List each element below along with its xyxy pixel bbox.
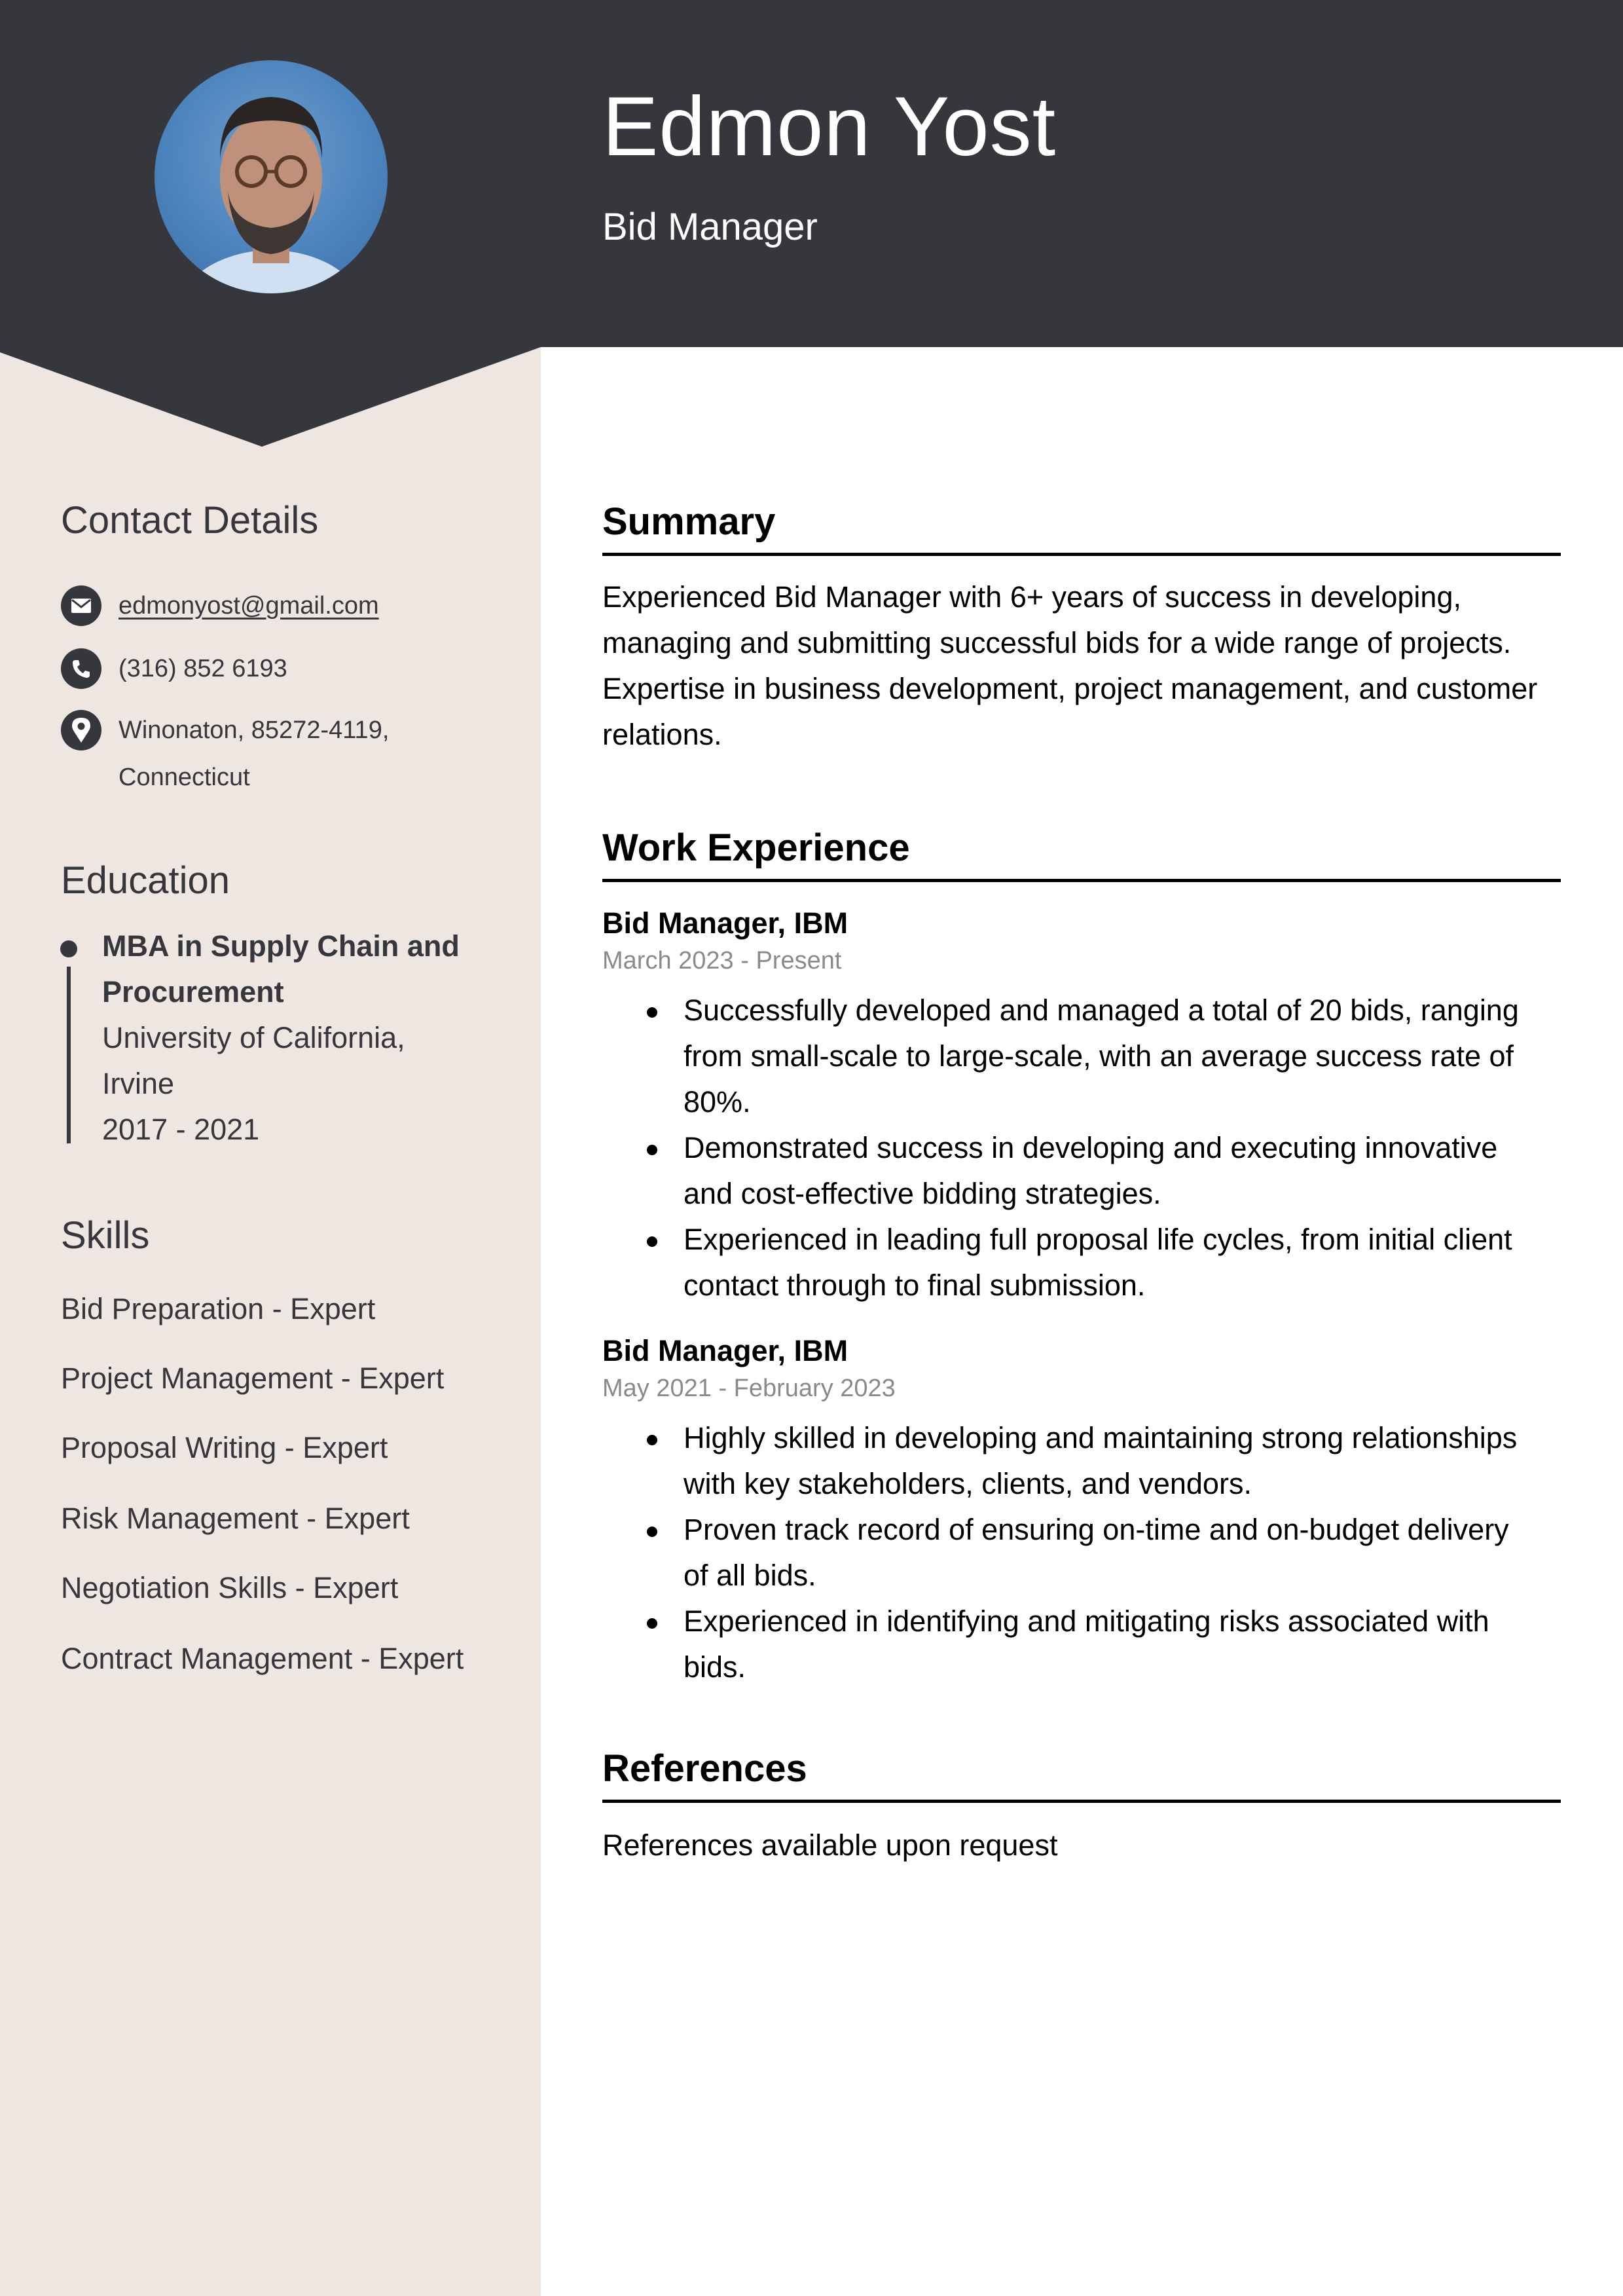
job-title: Bid Manager, IBM [602,1334,848,1367]
summary-line: relations. [602,718,722,751]
experience-heading: Work Experience [602,829,1561,882]
phone-number: (316) 852 6193 [119,655,287,682]
degree: MBA in Supply Chain and Procurement [102,923,508,1015]
skill-item: Negotiation Skills - Expert [61,1571,399,1604]
school: University of California, Irvine [102,1015,508,1107]
candidate-name: Edmon Yost [602,80,1057,174]
degree-line-1: MBA in Supply Chain and [102,929,460,963]
contact-phone: (316) 852 6193 [61,648,287,692]
education-years: 2017 - 2021 [102,1113,260,1146]
avatar [155,60,388,293]
school-line-1: University of California, [102,1021,405,1054]
contact-address: Winonaton, 85272-4119, Connecticut [61,710,389,801]
timeline-line [67,967,71,1143]
envelope-icon [61,585,101,626]
skill-item: Proposal Writing - Expert [61,1431,388,1464]
references-section: References References available upon req… [602,1750,1561,1868]
skill-item: Bid Preparation - Expert [61,1292,376,1325]
address-line-1: Winonaton, 85272-4119, [119,716,390,744]
timeline-dot [60,940,77,957]
job-bullet: Successfully developed and managed a tot… [647,988,1561,1125]
experience-section: Work Experience Bid Manager, IBM March 2… [602,829,1561,1690]
job-bullet: Experienced in identifying and mitigatin… [647,1599,1561,1690]
job-dates: May 2021 - February 2023 [602,1375,896,1402]
education-item: MBA in Supply Chain and Procurement Univ… [102,923,508,1153]
job-bullet: Experienced in leading full proposal lif… [647,1217,1561,1308]
profile-photo [181,97,361,293]
location-pin-icon [61,710,101,750]
contact-email[interactable]: edmonyost@gmail.com [61,585,379,629]
job-bullets: Highly skilled in developing and maintai… [602,1415,1561,1690]
summary-section: Summary Experienced Bid Manager with 6+ … [602,503,1561,758]
job-entry: Bid Manager, IBM May 2021 - February 202… [602,1336,1561,1690]
skill-item: Project Management - Expert [61,1361,445,1395]
job-bullet: Highly skilled in developing and maintai… [647,1415,1561,1507]
degree-line-2: Procurement [102,975,284,1009]
address: Winonaton, 85272-4119, Connecticut [119,707,389,801]
candidate-title: Bid Manager [602,206,818,248]
summary-line: Experienced Bid Manager with 6+ years of… [602,580,1461,614]
references-heading: References [602,1750,1561,1803]
phone-icon [61,648,101,689]
job-bullet: Demonstrated success in developing and e… [647,1125,1561,1217]
summary-line: Expertise in business development, proje… [602,672,1538,705]
summary-line: managing and submitting successful bids … [602,626,1512,659]
job-bullets: Successfully developed and managed a tot… [602,988,1561,1308]
summary-heading: Summary [602,503,1561,556]
school-line-2: Irvine [102,1067,175,1100]
address-line-2: Connecticut [119,764,250,791]
job-title: Bid Manager, IBM [602,906,848,940]
skills-heading: Skills [61,1214,150,1257]
job-entry: Bid Manager, IBM March 2023 - Present Su… [602,908,1561,1308]
skill-item: Contract Management - Expert [61,1642,464,1675]
header-chevron [0,346,541,447]
skill-item: Risk Management - Expert [61,1502,410,1535]
references-text: References available upon request [602,1828,1058,1862]
summary-text: Experienced Bid Manager with 6+ years of… [602,574,1561,758]
contact-heading: Contact Details [61,499,319,542]
job-bullet: Proven track record of ensuring on-time … [647,1507,1561,1599]
education-heading: Education [61,859,230,902]
job-dates: March 2023 - Present [602,947,842,974]
email-link[interactable]: edmonyost@gmail.com [119,582,379,629]
